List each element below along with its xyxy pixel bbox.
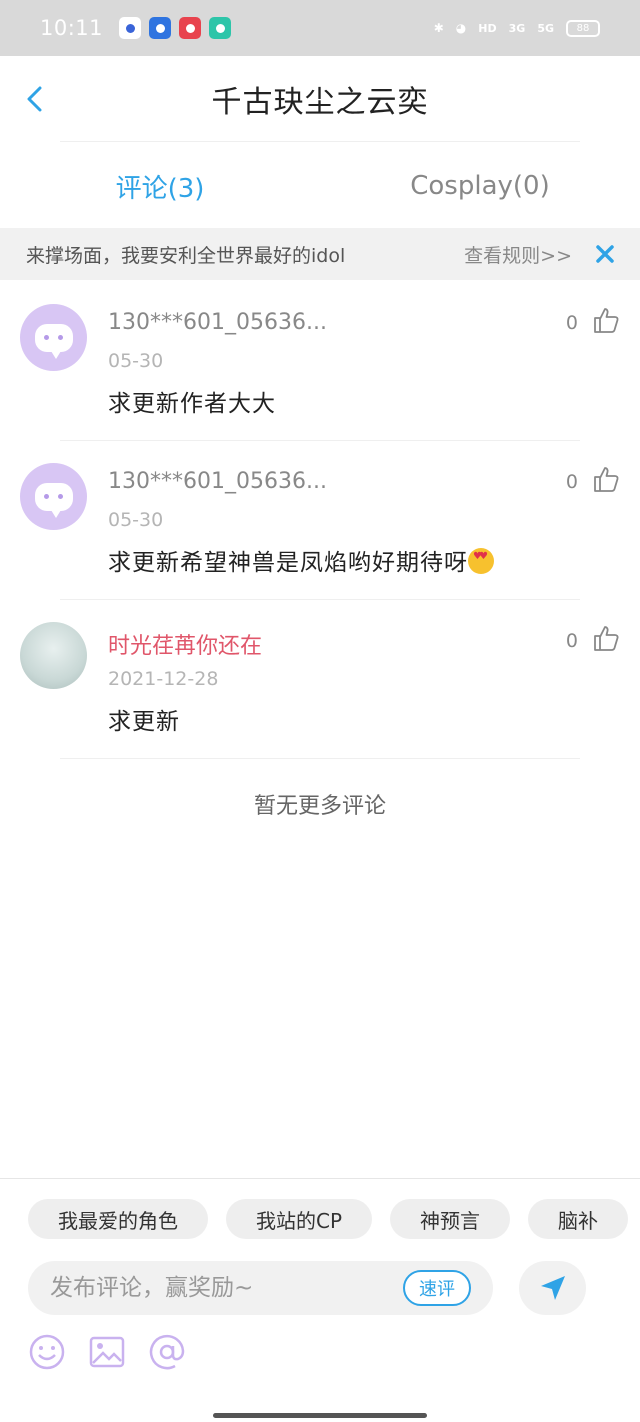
comment-composer: 我最爱的角色 我站的CP 神预言 脑补 速评: [0, 1178, 640, 1422]
emoji-icon[interactable]: [28, 1333, 66, 1371]
back-arrow-icon[interactable]: [22, 86, 48, 112]
composer-tools: [28, 1333, 186, 1371]
avatar[interactable]: [20, 463, 87, 530]
comment-input-box: 速评: [28, 1261, 493, 1315]
topic-chip[interactable]: 神预言: [390, 1199, 511, 1239]
signal-5g-icon: 5G: [537, 21, 554, 35]
tab-comments[interactable]: 评论(3): [0, 146, 320, 226]
image-icon[interactable]: [88, 1333, 126, 1371]
status-bar: 10:11 ✱ ◕ HD 3G 5G 88: [0, 0, 640, 56]
comment-text-row: 求更新希望神兽是凤焰哟好期待呀: [108, 543, 494, 577]
notice-banner: 来撑场面，我要安利全世界最好的idol 查看规则>>: [0, 228, 640, 280]
comment-text: 求更新希望神兽是凤焰哟好期待呀: [108, 550, 468, 576]
comment-text: 求更新作者大大: [108, 391, 276, 417]
bluetooth-icon: ✱: [433, 21, 444, 35]
tab-bar: 评论(3) Cosplay(0): [0, 146, 640, 226]
topic-chip[interactable]: 我站的CP: [226, 1199, 373, 1239]
thumbs-up-icon[interactable]: [592, 306, 620, 334]
avatar[interactable]: [20, 304, 87, 371]
signal-3g-icon: 3G: [508, 21, 526, 35]
comment-date: 05-30: [108, 350, 164, 372]
quick-comment-button[interactable]: 速评: [403, 1270, 471, 1306]
mention-icon[interactable]: [148, 1333, 186, 1371]
comment-divider: [60, 758, 580, 759]
thumbs-up-icon[interactable]: [592, 465, 620, 493]
like-count: 0: [565, 630, 578, 652]
tab-cosplay[interactable]: Cosplay(0): [320, 146, 640, 226]
wifi-icon: ◕: [455, 21, 467, 35]
comment-input[interactable]: [50, 1275, 403, 1301]
comment-text: 求更新: [108, 709, 180, 735]
comment-date: 05-30: [108, 509, 164, 531]
comment-username[interactable]: 130***601_05636...: [108, 469, 327, 494]
notice-text: 来撑场面，我要安利全世界最好的idol: [26, 244, 346, 267]
video-app-icon: [179, 17, 202, 39]
topic-chip[interactable]: 我最爱的角色: [28, 1199, 208, 1239]
header-divider: [60, 141, 580, 142]
comment-item: 130***601_05636... 05-30 求更新作者大大 0: [0, 282, 640, 441]
browser-app-icon: [149, 17, 172, 39]
comment-username[interactable]: 时光荏苒你还在: [108, 628, 262, 660]
like-count: 0: [565, 312, 578, 334]
status-app-icons: [119, 17, 232, 39]
hd-badge: HD: [478, 21, 497, 35]
battery-icon: 88: [566, 19, 600, 37]
page-header: 千古玦尘之云奕: [0, 56, 640, 142]
topic-chips: 我最爱的角色 我站的CP 神预言 脑补: [28, 1199, 640, 1239]
comment-item: 时光荏苒你还在 2021-12-28 求更新 0: [0, 600, 640, 759]
page-title: 千古玦尘之云奕: [211, 85, 429, 120]
chat-bubble-icon: [34, 323, 73, 359]
thumbs-up-icon[interactable]: [592, 624, 620, 652]
comment-item: 130***601_05636... 05-30 求更新希望神兽是凤焰哟好期待呀…: [0, 441, 640, 600]
send-button[interactable]: [519, 1261, 586, 1315]
home-indicator: [213, 1413, 427, 1418]
avatar[interactable]: [20, 622, 87, 689]
status-time: 10:11: [40, 16, 104, 40]
like-count: 0: [565, 471, 578, 493]
baidu-app-icon: [119, 17, 142, 39]
comment-date: 2021-12-28: [108, 668, 219, 690]
chat-app-icon: [209, 17, 232, 39]
heart-eyes-emoji-icon: [468, 548, 494, 574]
chat-bubble-icon: [34, 482, 73, 518]
comment-username[interactable]: 130***601_05636...: [108, 310, 327, 335]
status-indicators: ✱ ◕ HD 3G 5G 88: [433, 19, 600, 37]
no-more-comments: 暂无更多评论: [253, 794, 386, 819]
topic-chip[interactable]: 脑补: [528, 1199, 629, 1239]
view-rules-link[interactable]: 查看规则>>: [464, 241, 572, 268]
send-icon: [540, 1276, 565, 1300]
close-icon[interactable]: [596, 245, 614, 263]
comment-list: 130***601_05636... 05-30 求更新作者大大 0 130**…: [0, 282, 640, 759]
